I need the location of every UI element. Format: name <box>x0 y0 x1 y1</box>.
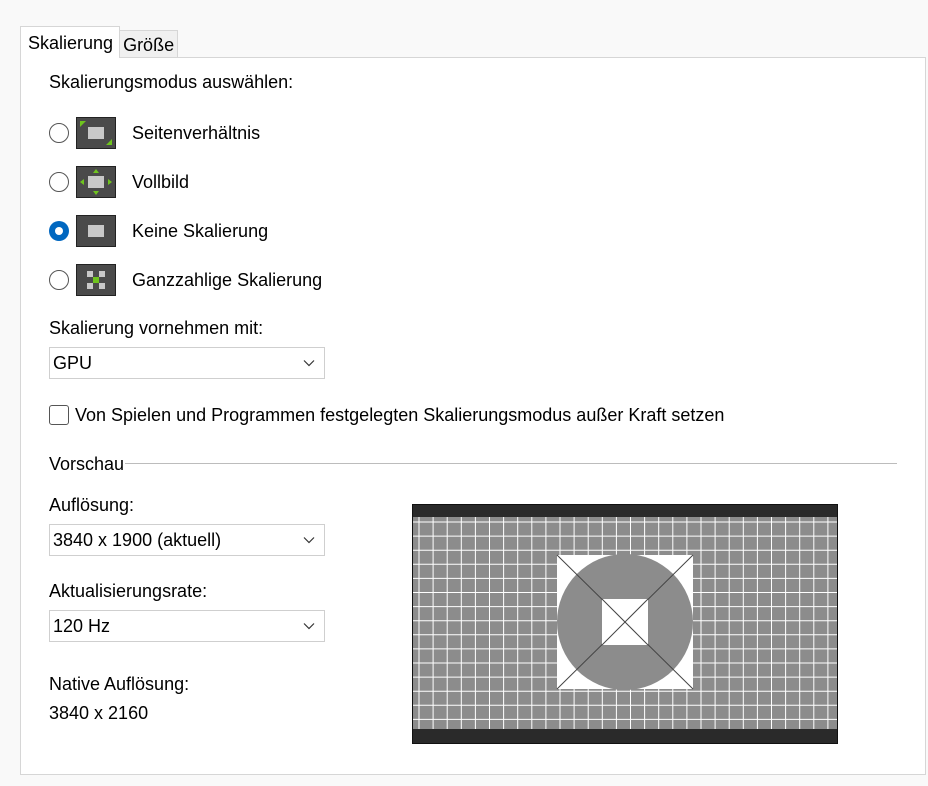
override-checkbox-row[interactable]: Von Spielen und Programmen festgelegten … <box>49 402 724 428</box>
chevron-down-icon <box>294 524 324 556</box>
tab-strip: Skalierung Größe <box>20 26 179 58</box>
radio-button[interactable] <box>49 270 69 290</box>
perform-scaling-select[interactable]: GPU <box>49 347 325 379</box>
resolution-select[interactable]: 3840 x 1900 (aktuell) <box>49 524 325 556</box>
no-scaling-icon <box>76 215 116 247</box>
select-value: GPU <box>53 352 93 373</box>
refresh-rate-label: Aktualisierungsrate: <box>49 581 208 601</box>
radio-option-fullscreen[interactable]: Vollbild <box>49 165 189 199</box>
select-value: 120 Hz <box>53 615 111 636</box>
radio-option-integer-scaling[interactable]: Ganzzahlige Skalierung <box>49 263 322 297</box>
native-resolution-value: 3840 x 2160 <box>49 703 149 723</box>
radio-label: Ganzzahlige Skalierung <box>132 269 323 290</box>
scaling-preview-image <box>412 504 838 744</box>
refresh-rate-select[interactable]: 120 Hz <box>49 610 325 642</box>
radio-label: Vollbild <box>132 171 190 192</box>
chevron-down-icon <box>294 347 324 379</box>
resolution-label: Auflösung: <box>49 495 135 515</box>
native-resolution-label: Native Auflösung: <box>49 674 190 694</box>
preview-group-label: Vorschau <box>49 454 125 474</box>
radio-button[interactable] <box>49 172 69 192</box>
radio-label: Keine Skalierung <box>132 220 269 241</box>
radio-button[interactable] <box>49 123 69 143</box>
integer-scaling-icon <box>76 264 116 296</box>
chevron-down-icon <box>294 610 324 642</box>
tab-panel: Skalierungsmodus auswählen: Seitenverhäl… <box>20 57 926 775</box>
perform-scaling-label: Skalierung vornehmen mit: <box>49 318 264 338</box>
radio-label: Seitenverhältnis <box>132 122 261 143</box>
group-divider <box>125 463 897 464</box>
fullscreen-icon <box>76 166 116 198</box>
aspect-ratio-icon <box>76 117 116 149</box>
tab-skalierung[interactable]: Skalierung <box>20 26 121 58</box>
radio-option-no-scaling[interactable]: Keine Skalierung <box>49 214 268 248</box>
override-checkbox-label: Von Spielen und Programmen festgelegten … <box>75 404 725 425</box>
override-checkbox[interactable] <box>49 405 69 425</box>
radio-button[interactable] <box>49 221 69 241</box>
radio-option-aspect-ratio[interactable]: Seitenverhältnis <box>49 116 260 150</box>
tab-groesse[interactable]: Größe <box>120 30 179 58</box>
select-value: 3840 x 1900 (aktuell) <box>53 529 222 550</box>
test-pattern-graphic <box>413 505 837 743</box>
scaling-mode-heading: Skalierungsmodus auswählen: <box>49 72 294 92</box>
